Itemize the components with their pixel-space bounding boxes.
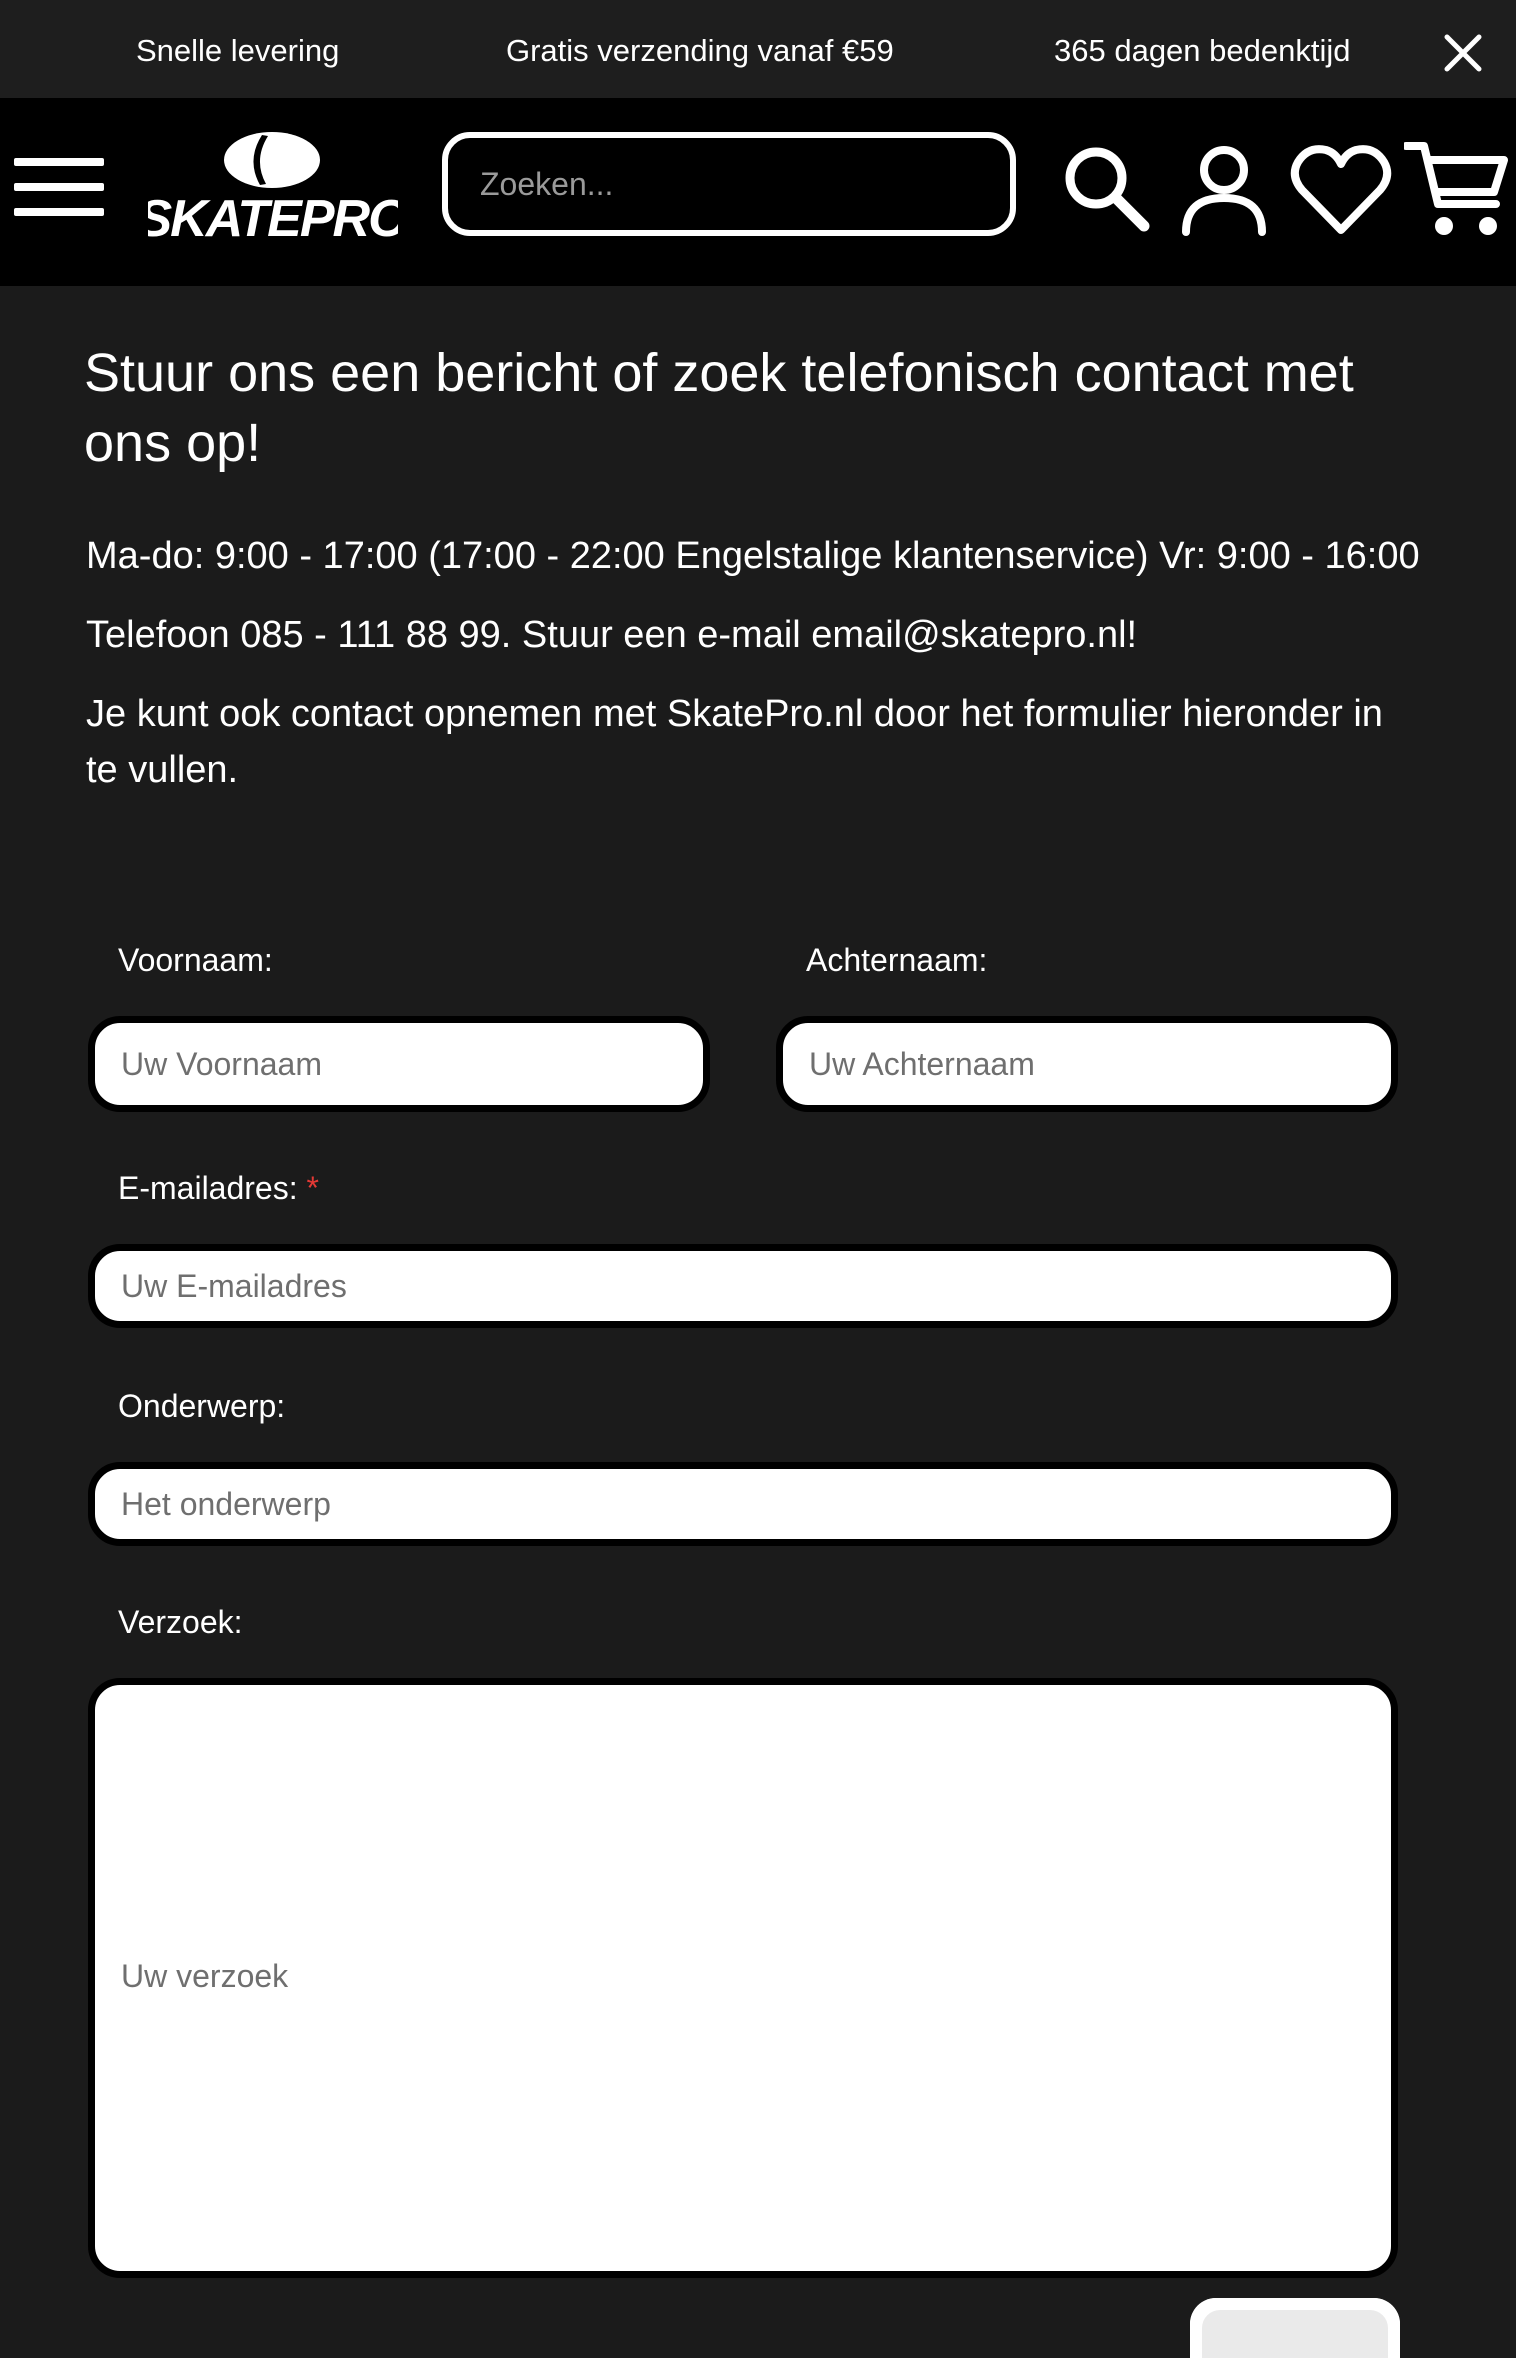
email-label: E-mailadres: * [118,1170,319,1206]
search-icon[interactable] [1062,144,1152,234]
menu-icon[interactable] [14,158,104,216]
heart-icon[interactable] [1290,144,1392,236]
close-icon[interactable] [1442,32,1484,74]
skatepro-logo[interactable]: SKATEPRO [148,128,398,244]
contact-phone-email: Telefoon 085 - 111 88 99. Stuur een e-ma… [86,614,1138,656]
subject-input[interactable] [88,1462,1398,1546]
request-label: Verzoek: [118,1604,243,1640]
lastname-input[interactable] [776,1016,1398,1112]
required-marker: * [306,1170,319,1206]
request-placeholder: Uw verzoek [121,1958,289,1994]
user-icon[interactable] [1180,144,1268,236]
promo-free-shipping: Gratis verzending vanaf €59 [506,33,894,68]
cart-icon[interactable] [1404,138,1508,238]
firstname-label: Voornaam: [118,942,273,978]
page-title: Stuur ons een bericht of zoek telefonisc… [84,343,1354,473]
logo-text: SKATEPRO [148,190,398,244]
promo-bar: Snelle levering Gratis verzending vanaf … [0,0,1516,98]
email-input[interactable] [88,1244,1398,1328]
promo-return-period: 365 dagen bedenktijd [1054,33,1351,68]
lastname-label: Achternaam: [806,942,988,978]
subject-label: Onderwerp: [118,1388,286,1424]
form-intro: Je kunt ook contact opnemen met SkatePro… [86,693,1383,791]
promo-fast-delivery: Snelle levering [136,33,340,68]
firstname-input[interactable] [88,1016,710,1112]
search-input[interactable] [442,132,1016,236]
submit-button[interactable] [1190,2298,1400,2358]
opening-hours: Ma-do: 9:00 - 17:00 (17:00 - 22:00 Engel… [86,535,1420,577]
